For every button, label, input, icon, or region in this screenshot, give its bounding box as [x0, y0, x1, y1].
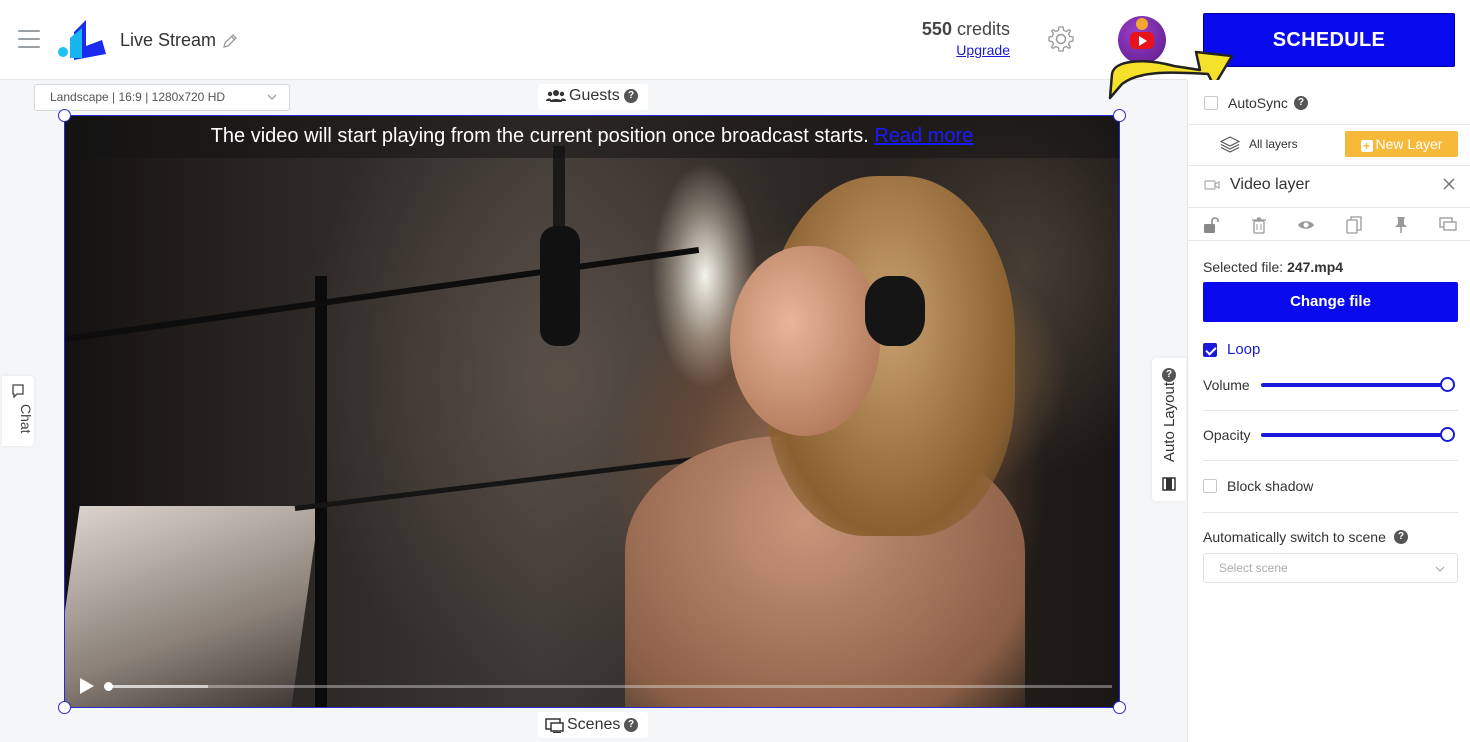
read-more-link[interactable]: Read more	[874, 125, 973, 147]
scenes-icon	[545, 718, 564, 733]
top-header: Live Stream 550 credits Upgrade	[0, 0, 1187, 80]
resize-handle-top-right[interactable]	[1113, 109, 1126, 122]
layer-toolbar	[1188, 208, 1470, 240]
help-icon[interactable]: ?	[1294, 96, 1308, 110]
video-layer-preview[interactable]: The video will start playing from the cu…	[64, 115, 1120, 708]
loop-checkbox[interactable]	[1203, 343, 1217, 357]
help-icon[interactable]: ?	[1394, 530, 1408, 544]
change-file-button[interactable]: Change file	[1203, 282, 1458, 322]
star-badge-icon	[1136, 18, 1148, 30]
pin-icon[interactable]	[1392, 216, 1410, 234]
video-frame-microphone	[540, 226, 580, 346]
new-layer-label: New Layer	[1375, 136, 1443, 152]
block-shadow-label: Block shadow	[1227, 478, 1314, 494]
all-layers-button[interactable]: All layers	[1218, 135, 1338, 155]
guests-label: Guests	[569, 87, 620, 104]
layers-icon	[1220, 136, 1240, 153]
opacity-slider[interactable]	[1261, 433, 1447, 437]
video-camera-icon	[1204, 180, 1220, 190]
divider	[1203, 512, 1458, 513]
scenes-tab[interactable]: Scenes ?	[538, 712, 648, 738]
video-frame-boom	[65, 246, 700, 342]
copy-icon[interactable]	[1345, 216, 1363, 234]
eye-icon[interactable]	[1297, 216, 1315, 234]
film-icon	[1162, 477, 1176, 491]
all-layers-label: All layers	[1249, 137, 1298, 151]
video-frame-stand	[315, 276, 327, 707]
video-frame-headphones	[865, 276, 925, 346]
layer-settings-panel: AutoSync ? All layers + New Layer Video l…	[1187, 80, 1470, 742]
opacity-label: Opacity	[1203, 427, 1251, 443]
resize-handle-bottom-left[interactable]	[58, 701, 71, 714]
resize-handle-bottom-right[interactable]	[1113, 701, 1126, 714]
volume-label: Volume	[1203, 377, 1250, 393]
plus-icon: +	[1360, 140, 1373, 152]
divider	[1203, 460, 1458, 461]
divider	[1188, 165, 1470, 166]
new-layer-button[interactable]: + New Layer	[1345, 131, 1458, 157]
unlock-icon[interactable]	[1202, 216, 1220, 234]
play-icon[interactable]	[80, 678, 94, 694]
video-controls	[65, 667, 1119, 707]
resolution-select[interactable]: Landscape | 16:9 | 1280x720 HD	[34, 84, 290, 111]
video-info-banner: The video will start playing from the cu…	[65, 116, 1119, 158]
selected-file-label: Selected file:	[1203, 259, 1284, 275]
schedule-button[interactable]: SCHEDULE	[1203, 13, 1455, 67]
users-icon	[546, 90, 566, 102]
chevron-down-icon	[1435, 566, 1445, 572]
divider	[1188, 124, 1470, 125]
pencil-icon[interactable]	[222, 33, 238, 49]
block-shadow-checkbox[interactable]	[1203, 479, 1217, 493]
app-logo	[58, 20, 106, 60]
scenes-icon[interactable]	[1439, 216, 1457, 234]
scenes-label: Scenes	[567, 716, 621, 733]
video-info-text: The video will start playing from the cu…	[210, 125, 869, 147]
trash-icon[interactable]	[1250, 216, 1268, 234]
volume-slider-knob[interactable]	[1440, 377, 1455, 392]
resolution-value: Landscape | 16:9 | 1280x720 HD	[50, 90, 226, 104]
help-icon[interactable]: ?	[624, 718, 638, 732]
video-frame-person	[730, 246, 880, 436]
auto-layout-tab[interactable]: ? Auto Layout	[1152, 358, 1186, 501]
credits-value: 550	[921, 19, 952, 39]
opacity-slider-knob[interactable]	[1440, 427, 1455, 442]
gear-icon[interactable]	[1046, 24, 1076, 54]
selected-file-name: 247.mp4	[1287, 259, 1344, 275]
chat-icon	[12, 384, 24, 398]
auto-layout-label: Auto Layout	[1161, 382, 1178, 463]
scene-select[interactable]: Select scene	[1203, 553, 1458, 583]
scene-select-placeholder: Select scene	[1219, 561, 1288, 575]
video-buffer-bar	[107, 685, 208, 688]
guests-tab[interactable]: Guests ?	[538, 84, 648, 110]
help-icon[interactable]: ?	[1162, 368, 1176, 382]
video-frame-mic-mount	[553, 146, 565, 231]
help-icon[interactable]: ?	[624, 89, 638, 103]
video-progress-knob[interactable]	[104, 682, 113, 691]
app-root: Live Stream 550 credits Upgrade SCHEDULE…	[0, 0, 1470, 742]
chat-tab[interactable]: Chat	[2, 376, 34, 446]
chevron-down-icon	[267, 94, 277, 100]
selected-file-info: Selected file: 247.mp4	[1203, 259, 1343, 275]
chat-label: Chat	[18, 404, 34, 434]
video-progress-bar[interactable]	[104, 682, 1112, 691]
credits-unit: credits	[956, 19, 1010, 39]
auto-switch-label: Automatically switch to scene	[1203, 529, 1386, 545]
close-icon[interactable]	[1441, 176, 1457, 192]
volume-slider[interactable]	[1261, 383, 1447, 387]
divider	[1203, 410, 1458, 411]
credits-display: 550 credits	[880, 19, 1010, 40]
autosync-label: AutoSync	[1228, 95, 1288, 111]
loop-label: Loop	[1227, 341, 1261, 358]
autosync-checkbox[interactable]	[1204, 96, 1218, 110]
layer-title: Video layer	[1230, 176, 1310, 193]
menu-icon[interactable]	[18, 30, 40, 50]
resize-handle-top-left[interactable]	[58, 109, 71, 122]
divider	[1188, 240, 1470, 241]
stream-title: Live Stream	[120, 30, 217, 50]
upgrade-link[interactable]: Upgrade	[920, 42, 1010, 58]
